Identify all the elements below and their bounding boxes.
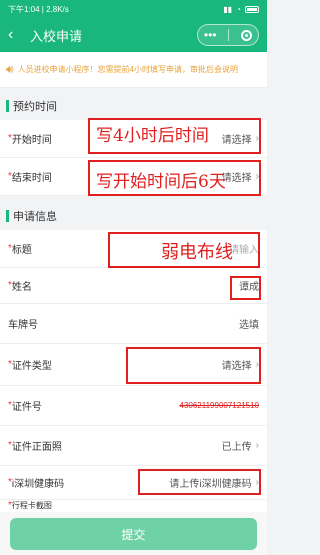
annotation-start-text: 写4小时后时间 bbox=[96, 126, 209, 146]
section-info: 申请信息 bbox=[0, 202, 267, 230]
subject-label: 标题 bbox=[11, 245, 32, 256]
id-number-label: 证件号 bbox=[11, 402, 42, 413]
submit-button[interactable]: 提交 bbox=[10, 518, 257, 550]
footer-bar: 提交 bbox=[0, 512, 267, 555]
section-appointment: 预约时间 bbox=[0, 92, 267, 120]
annotation-end-text: 写开始时间后6天 bbox=[96, 172, 226, 192]
plate-label: 车牌号 bbox=[8, 320, 38, 331]
status-time: 下午1:04 | 2.8K/s bbox=[8, 4, 69, 14]
partial-label: 行程卡截图 bbox=[11, 501, 52, 510]
start-time-label: 开始时间 bbox=[11, 135, 52, 146]
notice-text: 人员进校申请小程序！您需提前4小时填写申请，审批后会说明 bbox=[17, 65, 239, 74]
annotation-box-name bbox=[230, 276, 261, 300]
health-code-label: i深圳健康码 bbox=[11, 479, 65, 490]
annotation-box-health bbox=[138, 469, 261, 495]
chevron-right-icon: › bbox=[255, 440, 259, 451]
plate-row[interactable]: 车牌号 选填 bbox=[0, 304, 267, 344]
id-number-row[interactable]: * 证件号 430621199007121510 bbox=[0, 386, 267, 426]
id-photo-row[interactable]: * 证件正面照 已上传 › bbox=[0, 426, 267, 466]
plate-input[interactable]: 选填 bbox=[239, 304, 259, 343]
miniapp-capsule: ••• bbox=[197, 24, 259, 46]
signal-icon: ▮▮ bbox=[223, 4, 233, 14]
more-icon[interactable]: ••• bbox=[204, 28, 217, 42]
battery-icon: 63 bbox=[245, 5, 259, 13]
id-photo-status[interactable]: 已上传 bbox=[222, 438, 252, 453]
notice-bar: 🔊︎ 人员进校申请小程序！您需提前4小时填写申请，审批后会说明 bbox=[0, 52, 267, 88]
status-bar: 下午1:04 | 2.8K/s ▮▮ ◔ 63 bbox=[0, 0, 267, 18]
page-title: 入校申请 bbox=[30, 28, 83, 44]
id-type-label: 证件类型 bbox=[11, 361, 52, 372]
annotation-subject-text: 弱电布线 bbox=[161, 242, 233, 263]
speaker-icon: 🔊︎ bbox=[6, 62, 14, 76]
back-icon[interactable]: ‹ bbox=[8, 26, 24, 44]
name-label: 姓名 bbox=[11, 282, 32, 293]
id-number-value[interactable]: 430621199007121510 bbox=[180, 386, 260, 425]
id-photo-label: 证件正面照 bbox=[11, 442, 62, 453]
annotation-box-id-type bbox=[126, 347, 261, 384]
wifi-icon: ◔ bbox=[236, 4, 241, 14]
name-row[interactable]: * 姓名 谭成 bbox=[0, 268, 267, 304]
nav-bar: ‹ 入校申请 ••• bbox=[0, 18, 267, 52]
end-time-label: 结束时间 bbox=[11, 173, 52, 184]
close-miniapp-icon[interactable] bbox=[241, 29, 253, 41]
